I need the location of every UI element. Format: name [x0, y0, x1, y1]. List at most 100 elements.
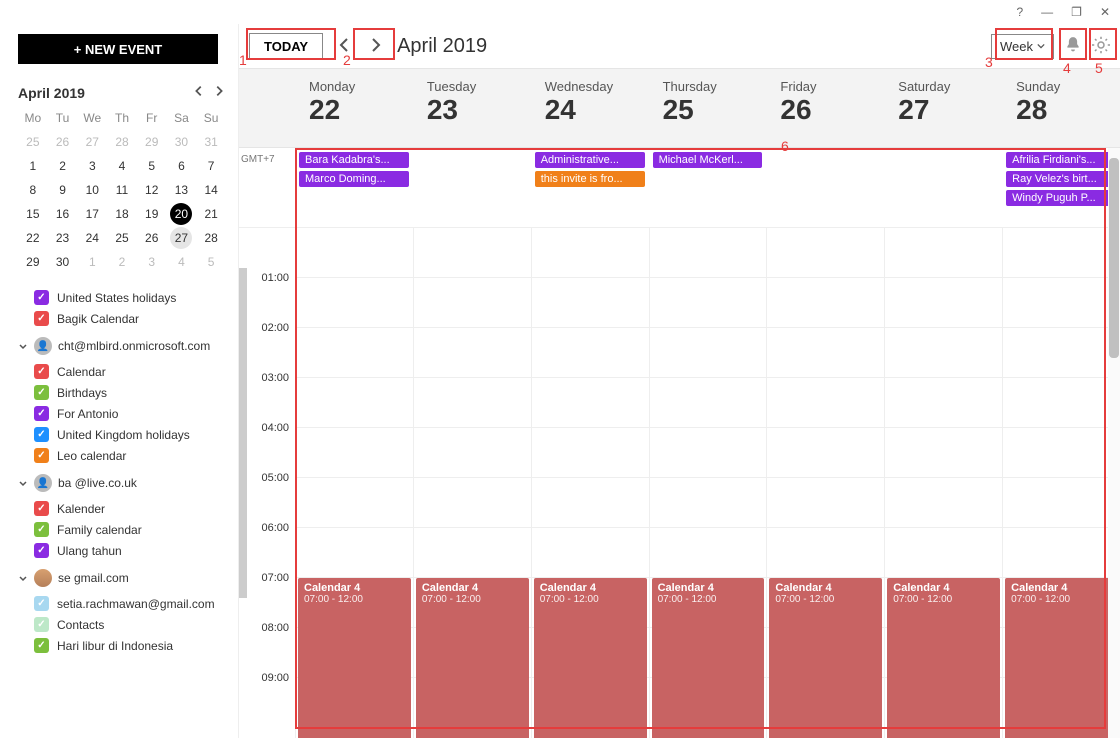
allday-event[interactable]: Ray Velez's birt... — [1006, 171, 1116, 187]
mini-day[interactable]: 30 — [167, 131, 197, 153]
mini-day[interactable]: 2 — [107, 251, 137, 273]
mini-day[interactable]: 7 — [196, 155, 226, 177]
mini-day[interactable]: 3 — [77, 155, 107, 177]
timed-event[interactable]: Calendar 407:00 - 12:00 — [1005, 578, 1118, 738]
calendar-checkbox[interactable]: ✓ — [34, 427, 49, 442]
calendar-checkbox[interactable]: ✓ — [34, 522, 49, 537]
day-header[interactable]: Saturday27 — [884, 69, 1002, 147]
calendar-checkbox[interactable]: ✓ — [34, 501, 49, 516]
mini-day[interactable]: 22 — [18, 227, 48, 249]
mini-day[interactable]: 4 — [107, 155, 137, 177]
mini-day[interactable]: 2 — [48, 155, 78, 177]
day-column[interactable]: Calendar 407:00 - 12:00 — [766, 228, 884, 738]
maximize-icon[interactable]: ❐ — [1071, 5, 1082, 19]
timed-event[interactable]: Calendar 407:00 - 12:00 — [769, 578, 882, 738]
mini-day[interactable]: 3 — [137, 251, 167, 273]
calendar-checkbox[interactable]: ✓ — [34, 638, 49, 653]
calendar-checkbox[interactable]: ✓ — [34, 311, 49, 326]
day-header[interactable]: Thursday25 — [649, 69, 767, 147]
allday-cell[interactable] — [884, 148, 1002, 227]
mini-day[interactable]: 18 — [107, 203, 137, 225]
mini-day[interactable]: 27 — [77, 131, 107, 153]
calendar-item[interactable]: ✓Calendar — [18, 361, 226, 382]
mini-day[interactable]: 6 — [167, 155, 197, 177]
mini-day[interactable]: 16 — [48, 203, 78, 225]
day-header[interactable]: Friday26 — [766, 69, 884, 147]
allday-cell[interactable]: Administrative...this invite is fro... — [531, 148, 649, 227]
mini-day[interactable]: 28 — [107, 131, 137, 153]
mini-day[interactable]: 20 — [170, 203, 192, 225]
timed-event[interactable]: Calendar 407:00 - 12:00 — [298, 578, 411, 738]
mini-day[interactable]: 29 — [137, 131, 167, 153]
calendar-item[interactable]: ✓Leo calendar — [18, 445, 226, 466]
calendar-item[interactable]: ✓Contacts — [18, 614, 226, 635]
mini-day[interactable]: 26 — [137, 227, 167, 249]
account-header[interactable]: se gmail.com — [18, 569, 226, 587]
allday-cell[interactable]: Michael McKerl... — [649, 148, 767, 227]
day-header[interactable]: Tuesday23 — [413, 69, 531, 147]
mini-day[interactable]: 21 — [196, 203, 226, 225]
new-event-button[interactable]: + NEW EVENT — [18, 34, 218, 64]
today-button[interactable]: TODAY — [249, 33, 323, 60]
allday-event[interactable]: Marco Doming... — [299, 171, 409, 187]
mini-day[interactable]: 12 — [137, 179, 167, 201]
day-column[interactable]: Calendar 407:00 - 12:00 — [884, 228, 1002, 738]
calendar-checkbox[interactable]: ✓ — [34, 406, 49, 421]
mini-day[interactable]: 1 — [18, 155, 48, 177]
minimize-icon[interactable]: — — [1041, 5, 1053, 19]
mini-day[interactable]: 17 — [77, 203, 107, 225]
mini-day[interactable]: 19 — [137, 203, 167, 225]
mini-day[interactable]: 8 — [18, 179, 48, 201]
calendar-item[interactable]: ✓Bagik Calendar — [18, 308, 226, 329]
calendar-item[interactable]: ✓Hari libur di Indonesia — [18, 635, 226, 656]
mini-day[interactable]: 31 — [196, 131, 226, 153]
allday-cell[interactable] — [413, 148, 531, 227]
mini-day[interactable]: 13 — [167, 179, 197, 201]
mini-day[interactable]: 10 — [77, 179, 107, 201]
account-header[interactable]: 👤ba @live.co.uk — [18, 474, 226, 492]
calendar-checkbox[interactable]: ✓ — [34, 543, 49, 558]
timed-event[interactable]: Calendar 407:00 - 12:00 — [534, 578, 647, 738]
day-column[interactable]: Calendar 407:00 - 12:00 — [531, 228, 649, 738]
allday-event[interactable]: this invite is fro... — [535, 171, 645, 187]
calendar-item[interactable]: ✓United Kingdom holidays — [18, 424, 226, 445]
mini-prev-icon[interactable] — [192, 84, 206, 101]
calendar-checkbox[interactable]: ✓ — [34, 290, 49, 305]
allday-cell[interactable]: Bara Kadabra's... Marco Doming... — [295, 148, 413, 227]
day-column[interactable]: Calendar 407:00 - 12:00 — [413, 228, 531, 738]
mini-day[interactable]: 28 — [196, 227, 226, 249]
help-icon[interactable]: ? — [1016, 5, 1023, 19]
mini-day[interactable]: 4 — [167, 251, 197, 273]
calendar-checkbox[interactable]: ✓ — [34, 448, 49, 463]
timed-event[interactable]: Calendar 407:00 - 12:00 — [887, 578, 1000, 738]
day-column[interactable]: Calendar 407:00 - 12:00 — [1002, 228, 1120, 738]
mini-day[interactable]: 5 — [196, 251, 226, 273]
mini-day[interactable]: 25 — [18, 131, 48, 153]
day-column[interactable]: Calendar 407:00 - 12:00 — [649, 228, 767, 738]
allday-event[interactable]: Bara Kadabra's... — [299, 152, 409, 168]
calendar-item[interactable]: ✓Ulang tahun — [18, 540, 226, 561]
bell-icon[interactable] — [1064, 36, 1082, 57]
calendar-item[interactable]: ✓United States holidays — [18, 287, 226, 308]
calendar-checkbox[interactable]: ✓ — [34, 385, 49, 400]
day-column[interactable]: Calendar 407:00 - 12:00 — [295, 228, 413, 738]
view-select[interactable]: Week — [991, 34, 1054, 59]
main-scrollbar[interactable] — [1108, 148, 1120, 738]
close-icon[interactable]: ✕ — [1100, 5, 1110, 19]
allday-event[interactable]: Michael McKerl... — [653, 152, 763, 168]
day-header[interactable]: Wednesday24 — [531, 69, 649, 147]
day-header[interactable]: Monday22 — [295, 69, 413, 147]
mini-day[interactable]: 23 — [48, 227, 78, 249]
timed-event[interactable]: Calendar 407:00 - 12:00 — [416, 578, 529, 738]
calendar-checkbox[interactable]: ✓ — [34, 596, 49, 611]
allday-event[interactable]: Windy Puguh P... — [1006, 190, 1116, 206]
next-week-icon[interactable] — [367, 37, 383, 56]
mini-day[interactable]: 15 — [18, 203, 48, 225]
mini-day[interactable]: 24 — [77, 227, 107, 249]
time-grid[interactable]: 01:0002:0003:0004:0005:0006:0007:0008:00… — [239, 228, 1120, 738]
mini-day[interactable]: 29 — [18, 251, 48, 273]
calendar-checkbox[interactable]: ✓ — [34, 364, 49, 379]
allday-event[interactable]: Afrilia Firdiani's... — [1006, 152, 1116, 168]
allday-cell[interactable] — [766, 148, 884, 227]
timed-event[interactable]: Calendar 407:00 - 12:00 — [652, 578, 765, 738]
